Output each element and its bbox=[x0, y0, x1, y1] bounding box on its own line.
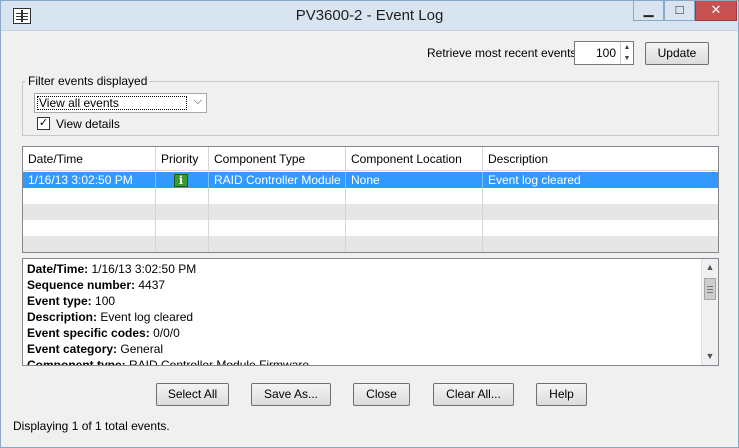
empty-row bbox=[23, 236, 718, 252]
clear-all-button[interactable]: Clear All... bbox=[433, 383, 514, 406]
scroll-up-icon[interactable]: ▲ bbox=[702, 259, 718, 276]
select-all-button[interactable]: Select All bbox=[156, 383, 229, 406]
filter-dropdown[interactable]: View all events ⌵ bbox=[34, 93, 207, 113]
close-window-button[interactable]: ✕ bbox=[695, 1, 737, 21]
detail-line: Sequence number: 4437 bbox=[27, 278, 166, 292]
detail-line: Description: Event log cleared bbox=[27, 310, 194, 324]
detail-line: Event specific codes: 0/0/0 bbox=[27, 326, 180, 340]
scroll-down-icon[interactable]: ▼ bbox=[702, 348, 718, 365]
column-header-datetime[interactable]: Date/Time bbox=[23, 147, 156, 171]
view-details-checkbox[interactable]: ✓ bbox=[37, 117, 50, 130]
column-header-priority[interactable]: Priority bbox=[156, 147, 209, 171]
cell-priority: i bbox=[156, 172, 209, 188]
window-title: PV3600-2 - Event Log bbox=[295, 7, 444, 24]
minimize-button[interactable]: ▁ bbox=[633, 1, 664, 21]
column-header-component-type[interactable]: Component Type bbox=[209, 147, 346, 171]
filter-group-title: Filter events displayed bbox=[26, 74, 150, 88]
cell-datetime: 1/16/13 3:02:50 PM bbox=[23, 172, 156, 188]
info-icon: i bbox=[174, 174, 188, 187]
title-bar[interactable]: PV3600-2 - Event Log ▁ □ ✕ bbox=[1, 1, 738, 31]
event-log-window: PV3600-2 - Event Log ▁ □ ✕ Retrieve most… bbox=[0, 0, 739, 448]
spin-up-icon[interactable]: ▲ bbox=[621, 42, 633, 53]
detail-line: Event type: 100 bbox=[27, 294, 116, 308]
spin-buttons: ▲ ▼ bbox=[620, 42, 633, 64]
cell-component-type: RAID Controller Module ... bbox=[209, 172, 346, 188]
cell-component-location: None bbox=[346, 172, 483, 188]
view-details-label: View details bbox=[56, 117, 120, 131]
column-header-component-location[interactable]: Component Location bbox=[346, 147, 483, 171]
table-row[interactable]: 1/16/13 3:02:50 PM i RAID Controller Mod… bbox=[23, 172, 718, 188]
retrieve-count-stepper[interactable]: 100 ▲ ▼ bbox=[574, 41, 634, 65]
empty-row bbox=[23, 204, 718, 220]
retrieve-label: Retrieve most recent events: bbox=[427, 46, 580, 60]
details-scrollbar[interactable]: ▲ ▼ bbox=[701, 259, 718, 365]
status-text: Displaying 1 of 1 total events. bbox=[13, 419, 170, 433]
event-details-panel[interactable]: Date/Time: 1/16/13 3:02:50 PM Sequence n… bbox=[22, 258, 719, 366]
empty-row bbox=[23, 188, 718, 204]
event-table: Date/Time Priority Component Type Compon… bbox=[22, 146, 719, 253]
spin-down-icon[interactable]: ▼ bbox=[621, 53, 633, 64]
update-button[interactable]: Update bbox=[645, 42, 709, 65]
table-header: Date/Time Priority Component Type Compon… bbox=[23, 147, 718, 171]
retrieve-count-value: 100 bbox=[595, 46, 616, 60]
save-as-button[interactable]: Save As... bbox=[251, 383, 331, 406]
detail-line: Event category: General bbox=[27, 342, 164, 356]
maximize-button[interactable]: □ bbox=[664, 1, 695, 21]
cell-description: Event log cleared bbox=[488, 173, 581, 187]
filter-selected-value: View all events bbox=[37, 96, 187, 110]
help-button[interactable]: Help bbox=[536, 383, 587, 406]
chevron-down-icon: ⌵ bbox=[193, 95, 202, 107]
scroll-thumb[interactable] bbox=[704, 278, 716, 300]
close-button[interactable]: Close bbox=[353, 383, 410, 406]
empty-row bbox=[23, 220, 718, 236]
detail-line: Component type: RAID Controller Module F… bbox=[27, 358, 310, 366]
detail-line: Date/Time: 1/16/13 3:02:50 PM bbox=[27, 262, 197, 276]
column-header-description[interactable]: Description bbox=[483, 147, 718, 171]
